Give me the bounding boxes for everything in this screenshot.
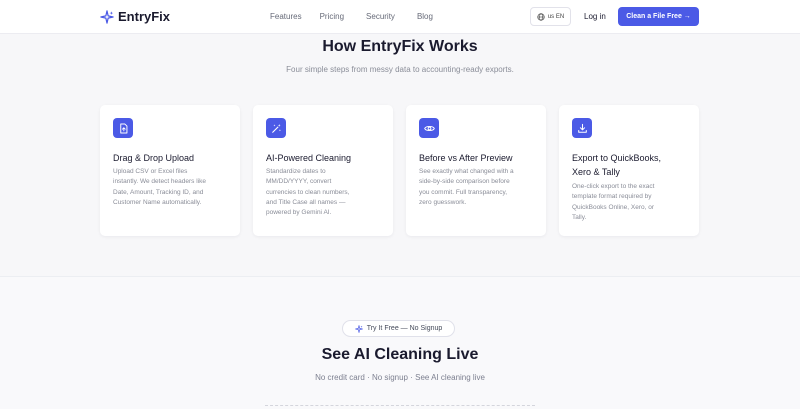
live-demo-title: See AI Cleaning Live: [321, 346, 479, 363]
live-demo-section: [0, 277, 800, 409]
brand-name: EntryFix: [118, 9, 171, 24]
step-card-upload: Drag & Drop Upload Upload CSV or Excel f…: [100, 105, 240, 236]
try-free-label: Try It Free — No Signup: [366, 325, 443, 332]
how-it-works-title: How EntryFix Works: [322, 38, 478, 55]
file-upload-icon: [119, 123, 127, 133]
magic-wand-icon: [271, 123, 281, 133]
step-title: AI-Powered Cleaning: [266, 153, 352, 163]
step-icon-box: [113, 118, 133, 138]
language-label: us EN: [547, 13, 565, 20]
nav-blog[interactable]: Blog: [417, 12, 433, 21]
language-selector[interactable]: us EN: [530, 7, 571, 26]
live-demo-subtitle: No credit card · No signup · See AI clea…: [315, 373, 485, 382]
step-description: See exactly what changed with a side-by-…: [419, 168, 514, 206]
nav-pricing[interactable]: Pricing: [320, 12, 344, 21]
nav-security[interactable]: Security: [366, 12, 395, 21]
step-title: Drag & Drop Upload: [113, 153, 195, 163]
site-header: EntryFix Features Pricing Security Blog …: [0, 0, 800, 34]
step-icon-box: [419, 118, 439, 138]
step-card-preview: Before vs After Preview See exactly what…: [406, 105, 546, 236]
main-nav: Features Pricing Security Blog: [270, 12, 455, 21]
step-title: Export to QuickBooks, Xero & Tally: [572, 153, 662, 177]
sparkle-icon: [354, 324, 363, 333]
step-icon-box: [572, 118, 592, 138]
download-icon: [577, 123, 587, 133]
upload-dropzone-edge: [265, 405, 535, 406]
step-description: Upload CSV or Excel files instantly. We …: [113, 168, 206, 206]
step-description: One-click export to the exact template f…: [572, 183, 655, 221]
login-link[interactable]: Log in: [584, 12, 606, 21]
nav-features[interactable]: Features: [270, 12, 302, 21]
sparkle-icon: [100, 9, 114, 24]
step-description: Standardize dates to MM/DD/YYYY, convert…: [266, 168, 350, 217]
try-free-badge: Try It Free — No Signup: [342, 320, 455, 337]
step-icon-box: [266, 118, 286, 138]
how-it-works-subtitle: Four simple steps from messy data to acc…: [286, 65, 514, 74]
clean-file-free-button[interactable]: Clean a File Free →: [618, 7, 699, 26]
step-card-cleaning: AI-Powered Cleaning Standardize dates to…: [253, 105, 393, 236]
brand-logo[interactable]: EntryFix: [100, 9, 170, 24]
step-title: Before vs After Preview: [419, 153, 513, 163]
globe-icon: [537, 12, 545, 21]
step-card-export: Export to QuickBooks, Xero & Tally One-c…: [559, 105, 699, 236]
eye-icon: [423, 125, 435, 131]
